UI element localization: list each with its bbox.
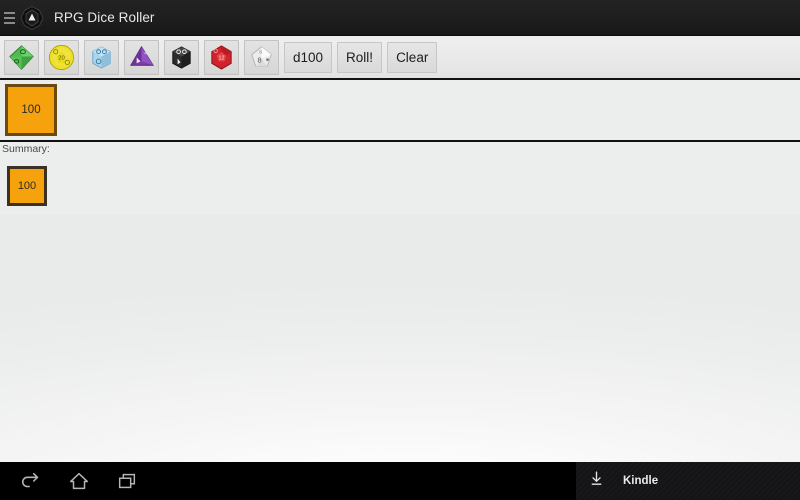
lightblue-cube-die-icon bbox=[87, 43, 116, 72]
d6-dice-button[interactable] bbox=[84, 39, 119, 75]
hamburger-menu-icon[interactable] bbox=[1, 0, 17, 36]
yellow-icosahedron-die-icon: 20 bbox=[47, 43, 76, 72]
roll-results-strip: 100 bbox=[0, 80, 800, 142]
d20-dice-button[interactable]: 20 bbox=[44, 39, 79, 75]
svg-text:12: 12 bbox=[219, 55, 225, 61]
summary-strip: 100 bbox=[0, 157, 800, 215]
d4-dice-button[interactable] bbox=[4, 39, 39, 75]
back-arrow-icon[interactable] bbox=[18, 468, 44, 494]
app-content-area bbox=[0, 215, 800, 462]
clear-button[interactable]: Clear bbox=[387, 41, 438, 73]
notification-label: Kindle bbox=[623, 475, 659, 487]
svg-text:20: 20 bbox=[58, 55, 64, 61]
purple-tetrahedron-die-icon: 4 bbox=[127, 43, 156, 72]
d12-dice-button[interactable]: 12 bbox=[204, 39, 239, 75]
home-icon[interactable] bbox=[66, 468, 92, 494]
d4b-dice-button[interactable]: 4 bbox=[124, 39, 159, 75]
download-icon bbox=[588, 470, 605, 492]
green-octahedron-die-icon bbox=[7, 43, 36, 72]
app-title-bar: RPG Dice Roller bbox=[0, 0, 800, 36]
d10-dice-button[interactable]: 8 8 bbox=[244, 39, 279, 75]
d6b-dice-button[interactable] bbox=[164, 39, 199, 75]
svg-text:8: 8 bbox=[257, 55, 261, 64]
d20-die-icon bbox=[19, 5, 45, 31]
die-result[interactable]: 100 bbox=[5, 84, 57, 136]
system-navigation-bar: Kindle bbox=[0, 462, 800, 500]
dice-toolbar: 20 4 12 8 8 d100 Roll! Clear bbox=[0, 36, 800, 80]
summary-label: Summary: bbox=[0, 142, 800, 157]
page-title: RPG Dice Roller bbox=[54, 10, 155, 25]
recent-apps-icon[interactable] bbox=[114, 468, 140, 494]
white-pentagonal-die-icon: 8 8 bbox=[247, 43, 276, 72]
svg-text:4: 4 bbox=[144, 50, 147, 56]
red-dodecahedron-die-icon: 12 bbox=[207, 43, 236, 72]
black-cube-die-icon bbox=[167, 43, 196, 72]
notification-kindle[interactable]: Kindle bbox=[576, 462, 800, 500]
nav-button-group bbox=[0, 462, 140, 500]
android-app-window: RPG Dice Roller 20 4 12 8 8 d100 Roll! C… bbox=[0, 0, 800, 500]
svg-text:8: 8 bbox=[259, 49, 262, 55]
roll-button[interactable]: Roll! bbox=[337, 41, 383, 73]
d100-button[interactable]: d100 bbox=[284, 41, 333, 73]
summary-total[interactable]: 100 bbox=[7, 166, 47, 206]
